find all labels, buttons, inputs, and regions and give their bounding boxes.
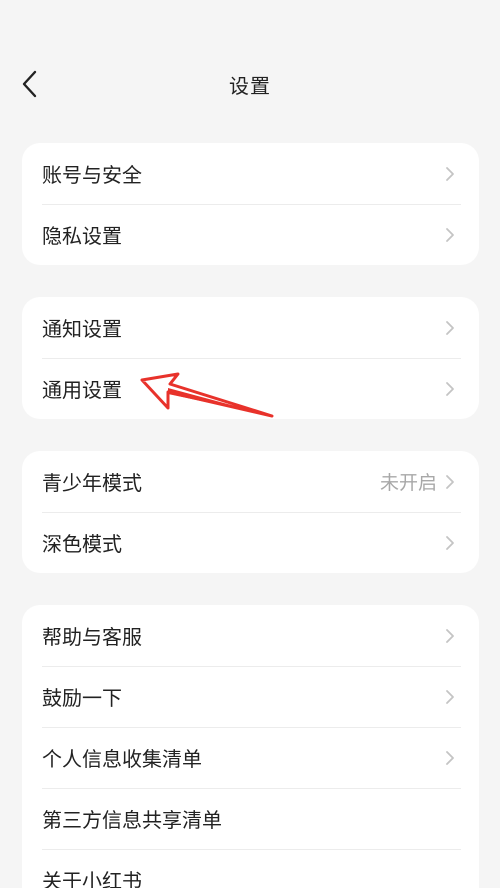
settings-page: 设置 账号与安全 隐私设置 通知设置 通用设置 青少年模式 未开启 深色模式 帮… bbox=[0, 0, 500, 888]
settings-group-account: 账号与安全 隐私设置 bbox=[22, 143, 479, 265]
settings-item-label: 帮助与客服 bbox=[42, 625, 142, 649]
settings-item-account-security[interactable]: 账号与安全 bbox=[22, 143, 479, 204]
chevron-right-icon bbox=[443, 687, 457, 707]
settings-item-label: 鼓励一下 bbox=[42, 686, 122, 710]
chevron-right-icon bbox=[443, 533, 457, 553]
settings-item-dark-mode[interactable]: 深色模式 bbox=[22, 512, 479, 573]
chevron-right-icon bbox=[443, 472, 457, 492]
settings-item-label: 深色模式 bbox=[42, 532, 122, 556]
settings-group-modes: 青少年模式 未开启 深色模式 bbox=[22, 451, 479, 573]
chevron-right-icon bbox=[443, 626, 457, 646]
chevron-right-icon bbox=[443, 318, 457, 338]
settings-item-personal-info-list[interactable]: 个人信息收集清单 bbox=[22, 727, 479, 788]
settings-item-encourage[interactable]: 鼓励一下 bbox=[22, 666, 479, 727]
settings-item-label: 青少年模式 bbox=[42, 471, 142, 495]
settings-item-label: 关于小红书 bbox=[42, 869, 142, 888]
chevron-right-icon bbox=[443, 379, 457, 399]
settings-item-privacy[interactable]: 隐私设置 bbox=[22, 204, 479, 265]
teen-mode-status: 未开启 bbox=[379, 472, 437, 494]
settings-item-label: 通知设置 bbox=[42, 317, 122, 341]
settings-item-teen-mode[interactable]: 青少年模式 未开启 bbox=[22, 451, 479, 512]
page-title: 设置 bbox=[229, 74, 271, 98]
settings-item-about[interactable]: 关于小红书 bbox=[22, 849, 479, 888]
settings-item-label: 通用设置 bbox=[42, 378, 122, 402]
chevron-right-icon bbox=[443, 748, 457, 768]
settings-item-label: 第三方信息共享清单 bbox=[42, 808, 222, 832]
settings-item-label: 个人信息收集清单 bbox=[42, 747, 202, 771]
settings-item-notifications[interactable]: 通知设置 bbox=[22, 297, 479, 358]
header-bar: 设置 bbox=[0, 52, 500, 114]
chevron-right-icon bbox=[443, 164, 457, 184]
settings-item-general[interactable]: 通用设置 bbox=[22, 358, 479, 419]
settings-item-third-party-list[interactable]: 第三方信息共享清单 bbox=[22, 788, 479, 849]
settings-group-support: 帮助与客服 鼓励一下 个人信息收集清单 第三方信息共享清单 关于小红书 bbox=[22, 605, 479, 888]
settings-group-notifications: 通知设置 通用设置 bbox=[22, 297, 479, 419]
settings-item-label: 账号与安全 bbox=[42, 163, 142, 187]
settings-item-label: 隐私设置 bbox=[42, 224, 122, 248]
settings-item-help[interactable]: 帮助与客服 bbox=[22, 605, 479, 666]
chevron-right-icon bbox=[443, 225, 457, 245]
